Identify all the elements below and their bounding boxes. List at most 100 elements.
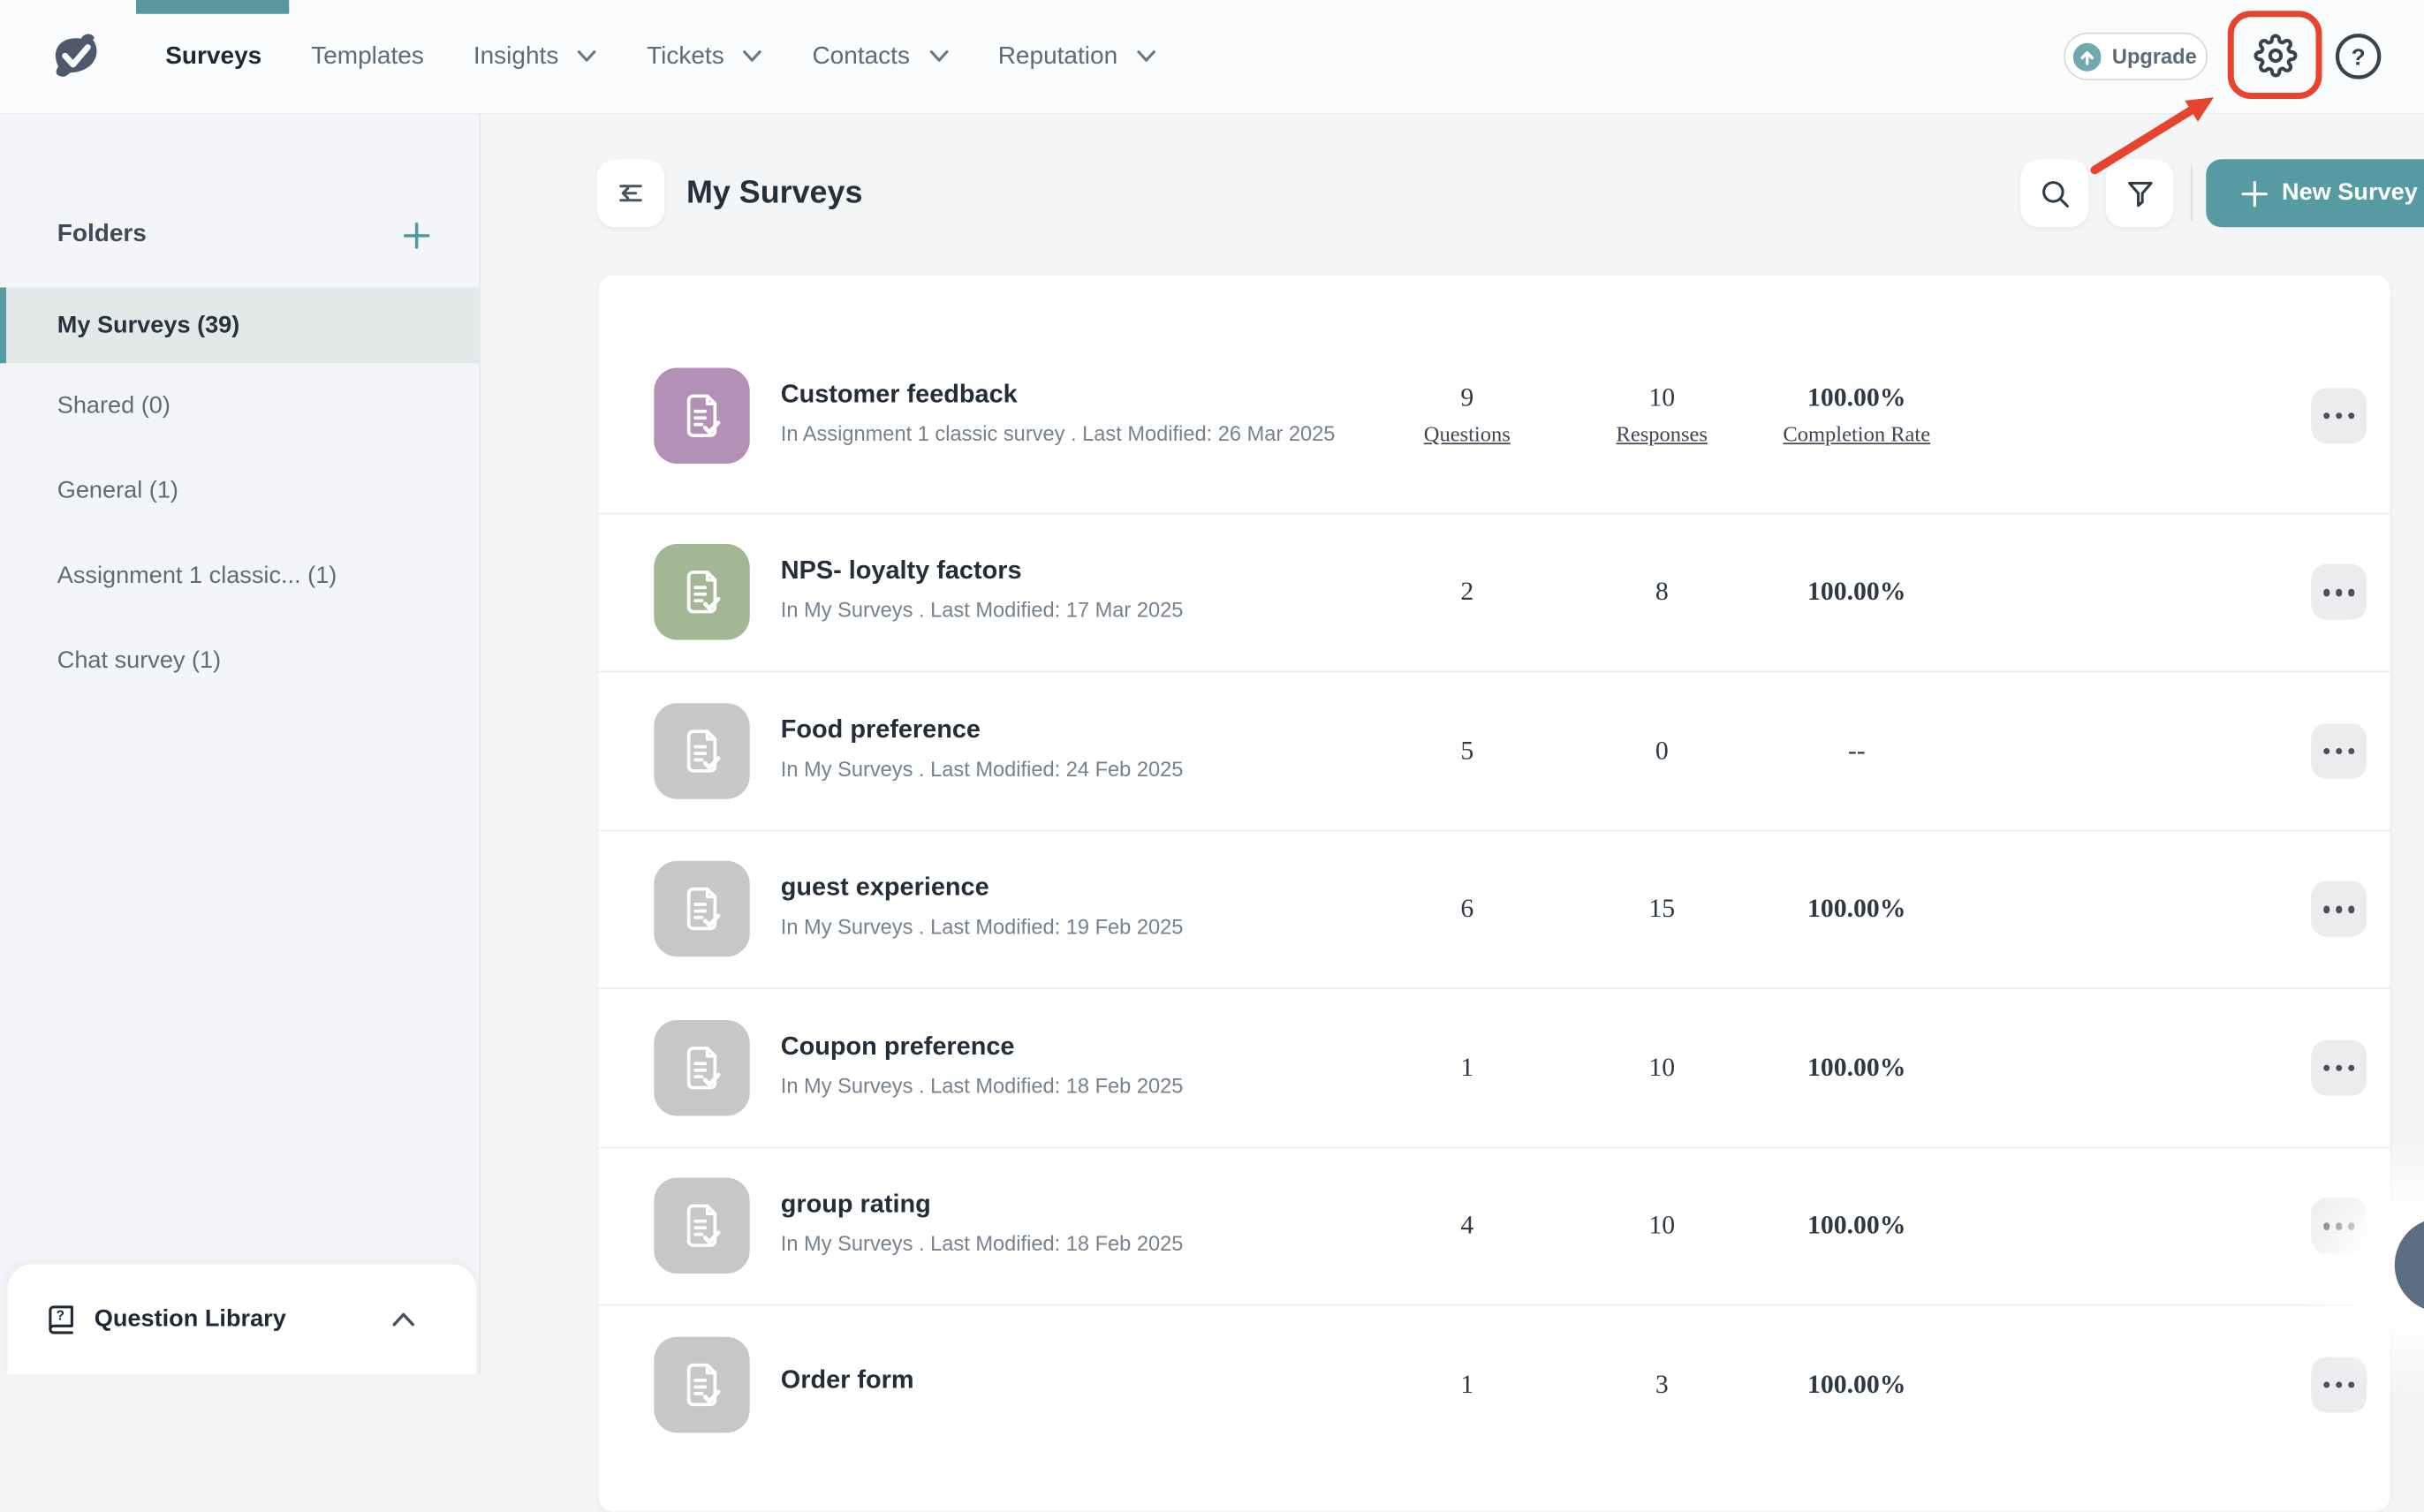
survey-row-group-rating[interactable]: group rating In My Surveys . Last Modifi… (598, 1146, 2390, 1304)
menu-dot (2323, 747, 2330, 754)
survey-meta: In My Surveys . Last Modified: 18 Feb 20… (781, 1228, 1345, 1261)
question-library-panel[interactable]: ? Question Library (8, 1265, 476, 1374)
survey-meta: In My Surveys . Last Modified: 24 Feb 20… (781, 752, 1345, 786)
sidebar-folder-my-surveys-39[interactable]: My Surveys (39) (0, 288, 480, 364)
survey-title[interactable]: Coupon preference (781, 1032, 1345, 1062)
questions-label[interactable]: Questions (1359, 424, 1575, 449)
survey-row-guest-experience[interactable]: guest experience In My Surveys . Last Mo… (598, 829, 2390, 987)
completion-stat: 100.00% Completion Rate (1748, 382, 1965, 449)
row-menu-button[interactable] (2311, 1357, 2367, 1412)
row-menu-button[interactable] (2311, 388, 2367, 443)
sidebar-folder-assignment-1-classic-1[interactable]: Assignment 1 classic... (1) (0, 533, 480, 618)
new-survey-button[interactable]: New Survey (2206, 159, 2424, 227)
survey-tile (654, 367, 750, 464)
folder-item-label: Assignment 1 classic... (1) (57, 562, 337, 590)
folder-item-label: General (1) (57, 477, 178, 505)
survey-title[interactable]: guest experience (781, 874, 1345, 903)
nav-item-label: Surveys (165, 42, 261, 71)
responses-value: 3 (1575, 1369, 1748, 1400)
survey-info: Food preference In My Surveys . Last Mod… (781, 715, 1345, 786)
menu-dot (2336, 747, 2343, 754)
add-folder-button[interactable] (404, 222, 430, 248)
nav-item-templates[interactable]: Templates (311, 0, 424, 113)
survey-info: NPS- loyalty factors In My Surveys . Las… (781, 557, 1345, 628)
nav-item-reputation[interactable]: Reputation (998, 0, 1156, 113)
filter-button[interactable] (2106, 159, 2174, 227)
nav-item-insights[interactable]: Insights (473, 0, 597, 113)
nav-item-tickets[interactable]: Tickets (647, 0, 762, 113)
sidebar-folder-chat-survey-1[interactable]: Chat survey (1) (0, 618, 480, 703)
survey-document-icon (676, 1358, 729, 1411)
app-window: Surveys Templates Insights Tickets Conta… (0, 0, 2424, 1374)
questions-value: 6 (1359, 894, 1575, 925)
survey-tile (654, 861, 750, 957)
upgrade-button[interactable]: Upgrade (2064, 33, 2208, 80)
sidebar-folder-general-1[interactable]: General (1) (0, 449, 480, 533)
folder-list: My Surveys (39) Shared (0) General (1) A… (0, 288, 480, 704)
row-menu-button[interactable] (2311, 1198, 2367, 1254)
survey-title[interactable]: NPS- loyalty factors (781, 557, 1345, 586)
responses-value: 10 (1575, 1052, 1748, 1083)
survey-info: Order form (781, 1366, 1345, 1403)
survey-title[interactable]: Customer feedback (781, 380, 1345, 409)
completion-stat: 100.00% (1748, 894, 1965, 925)
question-mark-glyph: ? (2352, 44, 2366, 71)
menu-dot (2336, 589, 2343, 596)
survey-info: guest experience In My Surveys . Last Mo… (781, 874, 1345, 945)
completion-value: 100.00% (1748, 1052, 1965, 1083)
responses-value: 0 (1575, 736, 1748, 767)
survey-row-food-preference[interactable]: Food preference In My Surveys . Last Mod… (598, 671, 2390, 829)
app-logo-icon[interactable] (47, 26, 106, 88)
completion-stat: -- (1748, 736, 1965, 767)
completion-value: 100.00% (1748, 1211, 1965, 1242)
questions-value: 5 (1359, 736, 1575, 767)
menu-dot (2336, 1064, 2343, 1071)
menu-dot (2323, 906, 2330, 913)
responses-stat: 15 (1575, 894, 1748, 925)
survey-title[interactable]: Order form (781, 1366, 1345, 1395)
collapse-sidebar-button[interactable] (597, 159, 665, 227)
chevron-up-icon[interactable] (393, 1312, 415, 1327)
nav-item-contacts[interactable]: Contacts (812, 0, 948, 113)
row-menu-button[interactable] (2311, 1040, 2367, 1095)
nav-item-label: Reputation (998, 42, 1117, 71)
survey-info: Customer feedback In Assignment 1 classi… (781, 380, 1345, 450)
settings-button[interactable] (2252, 32, 2299, 79)
survey-title[interactable]: Food preference (781, 715, 1345, 745)
completion-label[interactable]: Completion Rate (1748, 424, 1965, 449)
questions-value: 1 (1359, 1369, 1575, 1400)
survey-meta: In My Surveys . Last Modified: 18 Feb 20… (781, 1070, 1345, 1103)
questions-stat: 1 (1359, 1052, 1575, 1083)
responses-stat: 8 (1575, 577, 1748, 608)
row-menu-button[interactable] (2311, 723, 2367, 779)
survey-tile (654, 544, 750, 640)
row-menu-button[interactable] (2311, 881, 2367, 937)
survey-title[interactable]: group rating (781, 1191, 1345, 1220)
responses-value: 8 (1575, 577, 1748, 608)
questions-stat: 1 (1359, 1369, 1575, 1400)
responses-stat: 10 (1575, 1211, 1748, 1242)
responses-value: 15 (1575, 894, 1748, 925)
questions-stat: 9 Questions (1359, 382, 1575, 449)
menu-dot (2348, 906, 2355, 913)
survey-row-order-form[interactable]: Order form 1 3 100.00% (598, 1304, 2390, 1463)
responses-label[interactable]: Responses (1575, 424, 1748, 449)
questions-stat: 5 (1359, 736, 1575, 767)
survey-tile (654, 1336, 750, 1433)
folder-item-label: Shared (0) (57, 392, 170, 420)
settings-annotation-box (2228, 11, 2322, 99)
filter-icon (2124, 177, 2156, 209)
questions-value: 4 (1359, 1211, 1575, 1242)
completion-value: 100.00% (1748, 1369, 1965, 1400)
menu-dot (2323, 1222, 2330, 1229)
survey-row-nps-loyalty-factors[interactable]: NPS- loyalty factors In My Surveys . Las… (598, 512, 2390, 670)
search-button[interactable] (2020, 159, 2088, 227)
survey-meta: In My Surveys . Last Modified: 17 Mar 20… (781, 594, 1345, 628)
help-button[interactable]: ? (2335, 33, 2382, 80)
sidebar-folder-shared-0[interactable]: Shared (0) (0, 363, 480, 448)
svg-text:?: ? (57, 1308, 64, 1323)
survey-row-customer-feedback[interactable]: Customer feedback In Assignment 1 classi… (598, 319, 2390, 513)
row-menu-button[interactable] (2311, 564, 2367, 620)
nav-item-surveys[interactable]: Surveys (165, 0, 261, 113)
survey-row-coupon-preference[interactable]: Coupon preference In My Surveys . Last M… (598, 987, 2390, 1145)
